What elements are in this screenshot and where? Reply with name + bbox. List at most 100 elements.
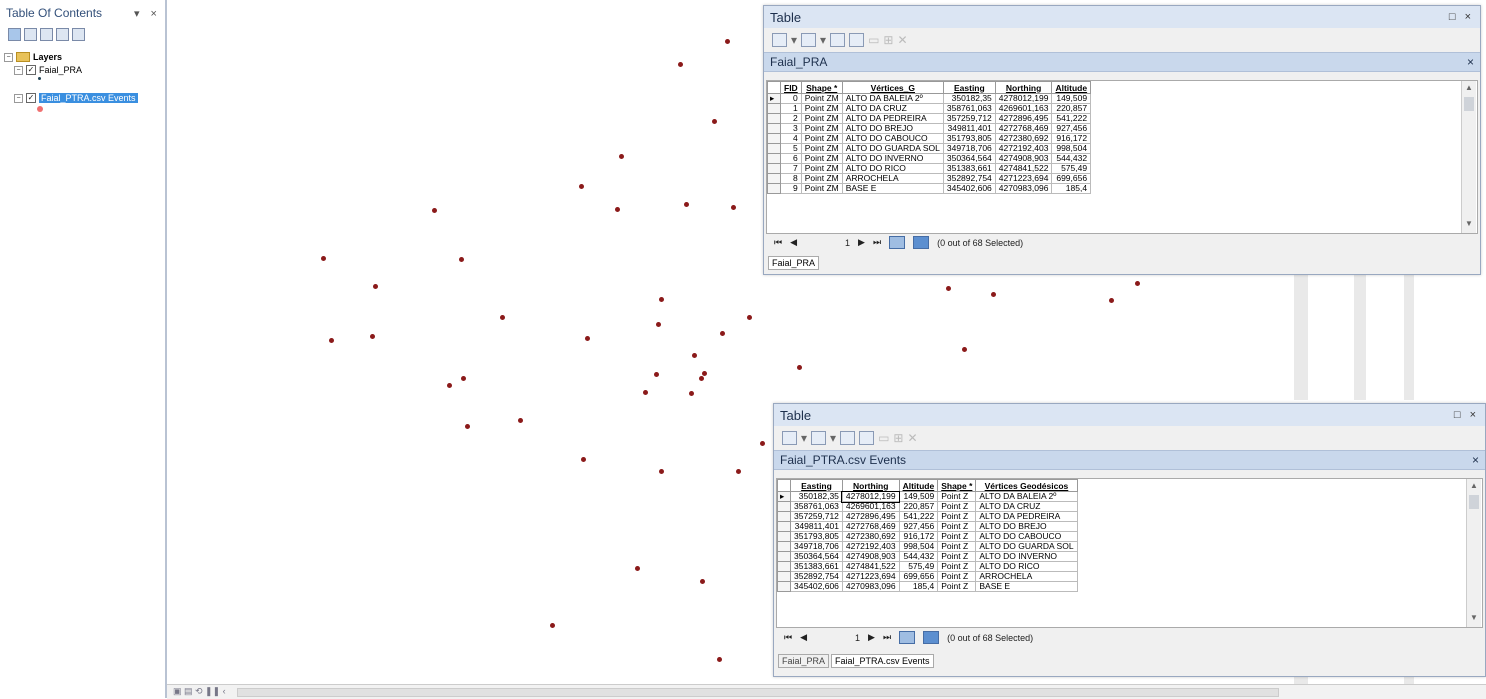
table-cell[interactable]: 4271223,694	[994, 173, 1053, 184]
map-point[interactable]	[500, 315, 505, 320]
map-point[interactable]	[692, 353, 697, 358]
map-point[interactable]	[619, 154, 624, 159]
table-cell[interactable]: ALTO DO RICO	[975, 561, 1078, 572]
vertical-scrollbar[interactable]: ▲ ▼	[1461, 81, 1476, 233]
horizontal-scrollbar[interactable]	[237, 688, 1279, 697]
delete-selected-icon[interactable]: ✕	[907, 431, 917, 445]
table-cell[interactable]: ALTO DA BALEIA 2º	[975, 491, 1078, 502]
table-cell[interactable]: 352892,754	[942, 173, 996, 184]
close-table-icon[interactable]: ×	[1467, 55, 1474, 69]
table-row[interactable]: 7 Point ZM ALTO DO RICO 351383,661 4274841,5…	[767, 163, 1092, 174]
table-cell[interactable]: 349718,706	[790, 541, 843, 552]
table-cell[interactable]: 185,4	[1051, 183, 1092, 194]
list-by-source-icon[interactable]	[24, 27, 37, 41]
row-selector[interactable]	[767, 123, 781, 134]
table-cell[interactable]: 4278012,199	[841, 490, 901, 503]
table-cell[interactable]: 4270983,096	[841, 581, 900, 592]
dropdown-icon[interactable]: ▾	[830, 431, 836, 445]
collapse-icon[interactable]: −	[4, 52, 13, 62]
table-row[interactable]: 357259,712 4272896,495 541,222 Point Z ALTO …	[777, 511, 1078, 522]
show-selected-records-icon[interactable]	[923, 631, 940, 644]
table-cell[interactable]: 4272192,403	[994, 143, 1053, 154]
table-cell[interactable]: 2	[780, 113, 802, 124]
table-cell[interactable]: 3	[780, 123, 802, 134]
map-point[interactable]	[656, 322, 661, 327]
map-point[interactable]	[659, 469, 664, 474]
delete-selected-icon[interactable]: ✕	[897, 33, 907, 47]
table-window-titlebar[interactable]: Table □ ×	[764, 6, 1480, 28]
first-record-icon[interactable]: ⏮	[784, 632, 792, 643]
first-record-icon[interactable]: ⏮	[774, 237, 782, 248]
table-cell[interactable]: 916,172	[898, 531, 939, 542]
switch-selection-icon[interactable]	[859, 431, 875, 445]
table-row[interactable]: 351793,805 4272380,692 916,172 Point Z ALTO …	[777, 531, 1078, 542]
tab-faial-pra[interactable]: Faial_PRA	[778, 654, 830, 668]
table-cell[interactable]: 352892,754	[790, 571, 843, 582]
table-cell[interactable]: Point ZM	[800, 113, 843, 124]
column-header[interactable]: Altitude	[898, 479, 939, 492]
show-all-records-icon[interactable]	[899, 631, 916, 644]
map-point[interactable]	[465, 424, 470, 429]
table-cell[interactable]: 349811,401	[790, 521, 843, 532]
show-selected-records-icon[interactable]	[913, 236, 930, 249]
table-row[interactable]: 1 Point ZM ALTO DA CRUZ 358761,063 4269601,1…	[767, 103, 1092, 114]
table-cell[interactable]: 4274908,903	[994, 153, 1053, 164]
table-cell[interactable]: Point ZM	[800, 153, 843, 164]
table-cell[interactable]: Point ZM	[800, 143, 843, 154]
previous-record-icon[interactable]: ◀	[800, 632, 807, 643]
map-point[interactable]	[461, 376, 466, 381]
map-point[interactable]	[717, 657, 722, 662]
layer-faial-pra[interactable]: − ✓ Faial_PRA	[14, 65, 82, 75]
table-cell[interactable]: 4278012,199	[994, 93, 1053, 104]
table-cell[interactable]: 4269601,163	[994, 103, 1053, 114]
attribute-grid[interactable]: FID Shape * Vértices_G Easting Northing Altit…	[766, 80, 1478, 234]
row-selector[interactable]	[777, 521, 791, 532]
list-by-drawing-order-icon[interactable]	[8, 27, 21, 41]
table-row[interactable]: 349811,401 4272768,469 927,456 Point Z ALTO …	[777, 521, 1078, 532]
column-header[interactable]: Northing	[841, 479, 900, 492]
row-selector[interactable]	[777, 551, 791, 562]
table-cell[interactable]: 4274841,522	[841, 561, 900, 572]
table-cell[interactable]: ALTO DO GUARDA SOL	[975, 541, 1078, 552]
table-cell[interactable]: Point Z	[937, 541, 977, 552]
table-cell[interactable]: Point Z	[937, 501, 977, 512]
related-tables-icon[interactable]	[811, 431, 827, 445]
map-point[interactable]	[712, 119, 717, 124]
table-cell[interactable]: Point ZM	[800, 163, 843, 174]
row-selector[interactable]	[777, 531, 791, 542]
select-by-attributes-icon[interactable]	[830, 33, 846, 47]
table-cell[interactable]: 998,504	[898, 541, 939, 552]
map-point[interactable]	[1135, 281, 1140, 286]
toc-window-controls[interactable]: ▾ ×	[134, 7, 161, 20]
table-options-icon[interactable]	[782, 431, 797, 445]
table-cell[interactable]: Point Z	[937, 551, 977, 562]
table-cell[interactable]: Point ZM	[800, 133, 843, 144]
map-point[interactable]	[550, 623, 555, 628]
dropdown-icon[interactable]: ▾	[801, 431, 807, 445]
map-point[interactable]	[725, 39, 730, 44]
table-cell[interactable]: 7	[780, 163, 802, 174]
table-row[interactable]: 358761,063 4269601,163 220,857 Point Z ALTO …	[777, 501, 1078, 512]
map-point[interactable]	[585, 336, 590, 341]
map-point[interactable]	[731, 205, 736, 210]
table-cell[interactable]: 350364,564	[942, 153, 996, 164]
row-selector[interactable]	[777, 511, 791, 522]
next-record-icon[interactable]: ▶	[858, 237, 865, 248]
map-point[interactable]	[736, 469, 741, 474]
row-selector[interactable]	[777, 541, 791, 552]
map-point[interactable]	[699, 376, 704, 381]
dropdown-icon[interactable]: ▾	[820, 33, 826, 47]
table-cell[interactable]: 220,857	[1051, 103, 1092, 114]
map-point[interactable]	[702, 371, 707, 376]
row-selector[interactable]	[777, 501, 791, 512]
table-cell[interactable]: Point Z	[937, 491, 977, 502]
table-cell[interactable]: 351383,661	[790, 561, 843, 572]
table-cell[interactable]: 345402,606	[790, 581, 843, 592]
table-cell[interactable]: ALTO DA PEDREIRA	[975, 511, 1078, 522]
map-point[interactable]	[321, 256, 326, 261]
tab-faial-ptra-events[interactable]: Faial_PTRA.csv Events	[831, 654, 934, 668]
map-point[interactable]	[370, 334, 375, 339]
show-all-records-icon[interactable]	[889, 236, 906, 249]
table-cell[interactable]: 0	[780, 93, 802, 104]
table-row[interactable]: 349718,706 4272192,403 998,504 Point Z ALTO …	[777, 541, 1078, 552]
